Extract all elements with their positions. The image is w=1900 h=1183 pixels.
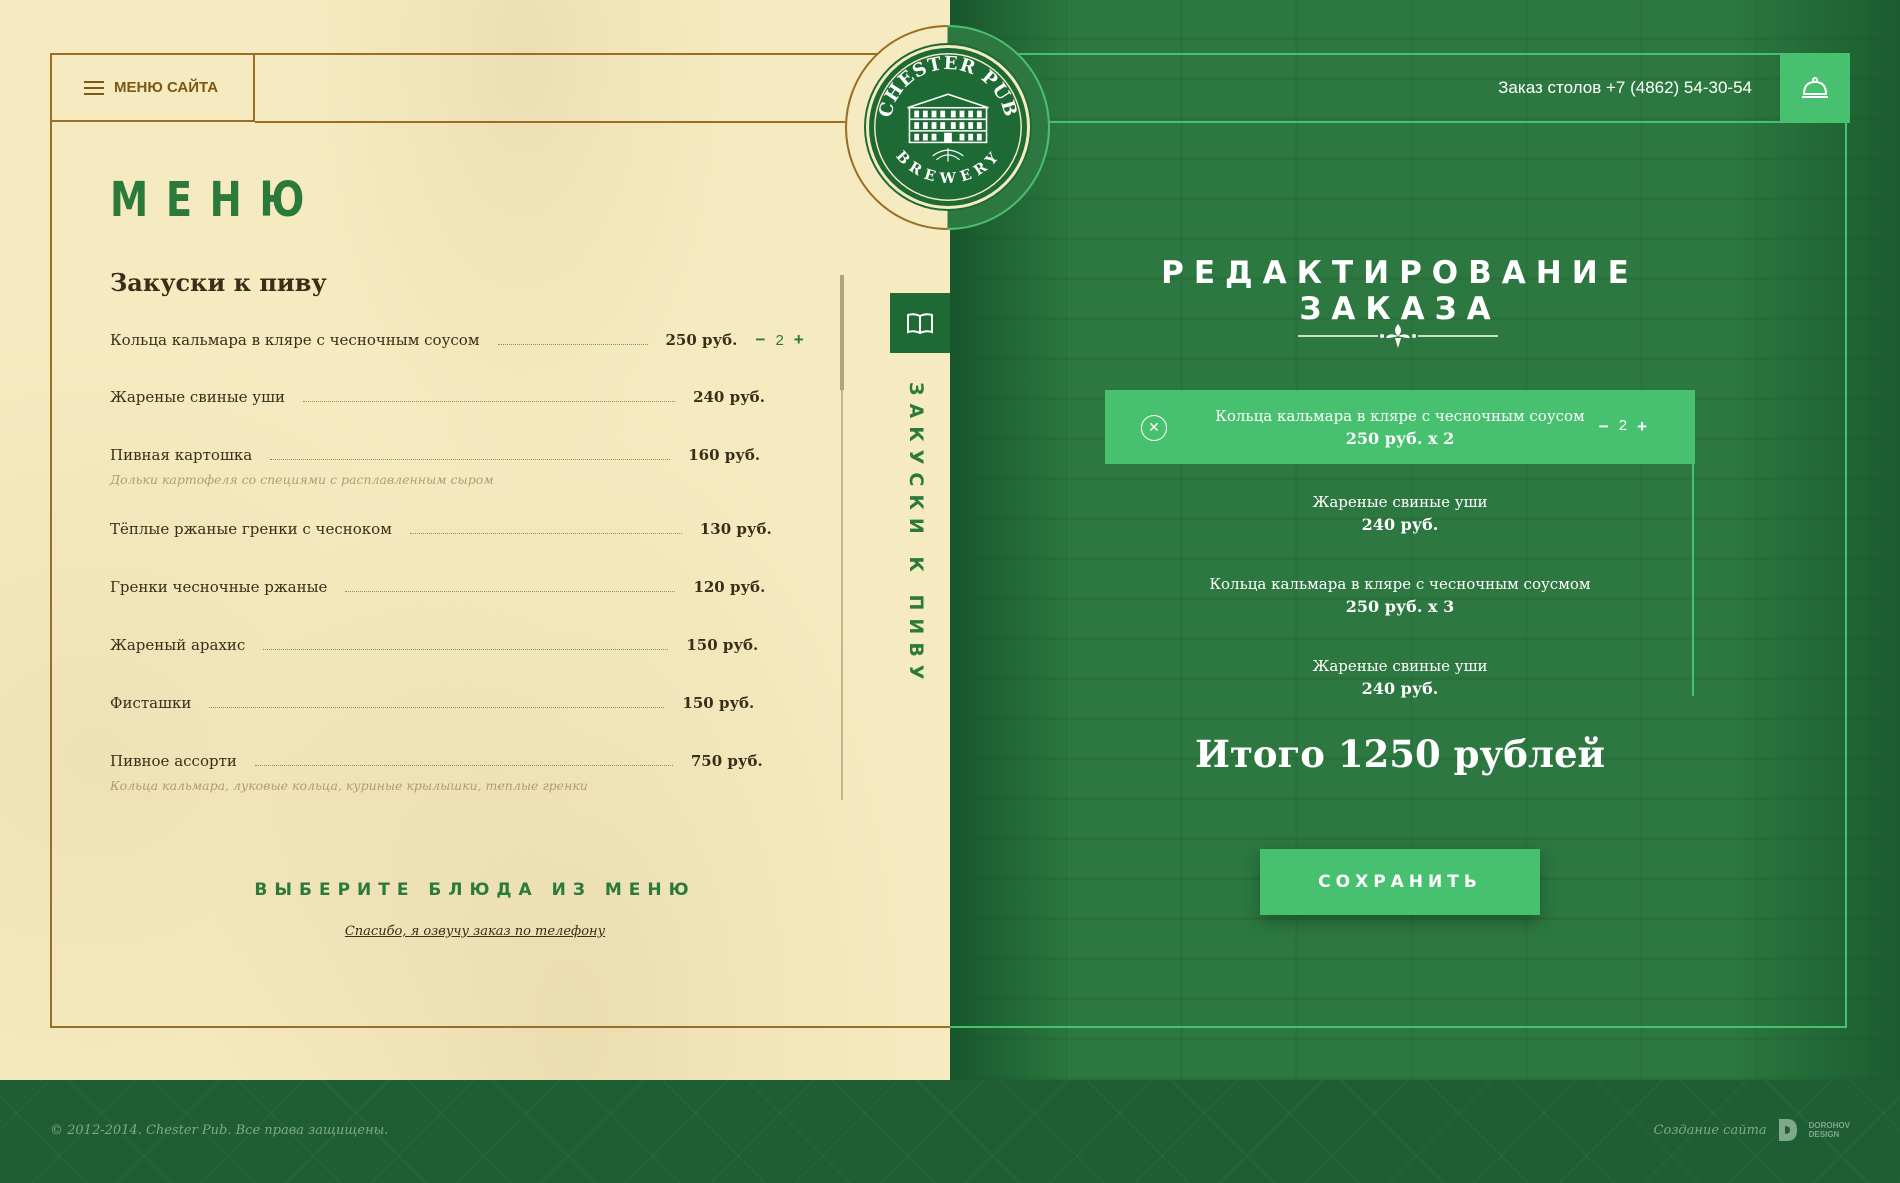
header-divider-left xyxy=(255,121,845,123)
menu-item-name: Жареные свиные уши xyxy=(110,388,286,406)
menu-item[interactable]: Тёплые ржаные гренки с чесноком 130 руб. xyxy=(110,520,830,578)
order-cart-button[interactable] xyxy=(1780,53,1850,123)
header-divider-right xyxy=(1048,121,1780,123)
svg-text:CHESTER PUB: CHESTER PUB xyxy=(875,53,1021,120)
menu-item-price: 130 руб. xyxy=(699,520,772,538)
fleur-de-lis-ornament xyxy=(1298,324,1498,348)
menu-item-name: Гренки чесночные ржаные xyxy=(110,578,328,596)
quantity-value: 2 xyxy=(775,331,784,349)
order-item-name: Жареные свиные уши xyxy=(1312,492,1488,511)
open-book-icon xyxy=(907,313,933,334)
dev-logo-line1: DOROHOV xyxy=(1808,1121,1850,1130)
dev-logo-line2: DESIGN xyxy=(1808,1130,1840,1139)
order-item-name: Кольца кальмара в кляре с чесночным соус… xyxy=(1209,574,1591,593)
decrease-icon[interactable]: − xyxy=(1599,417,1609,437)
menu-item-name: Жареный арахис xyxy=(110,636,246,654)
menu-item-description: Кольца кальмара, луковые кольца, куриные… xyxy=(110,778,588,793)
order-item[interactable]: ✕ −2 + Кольца кальмара в кляре с чесночным … xyxy=(1105,390,1695,464)
order-item-price: 240 руб. xyxy=(1361,678,1439,698)
menu-item-name: Пивное ассорти xyxy=(110,752,237,770)
increase-icon[interactable]: + xyxy=(794,330,804,350)
order-item-name: Жареные свиные уши xyxy=(1312,656,1488,675)
menu-item[interactable]: Жареный арахис 150 руб. xyxy=(110,636,830,694)
copyright: © 2012-2014. Chester Pub. Все права защи… xyxy=(50,1123,389,1138)
developer-credit-link[interactable]: Создание сайта DOROHOV DESIGN xyxy=(1654,1117,1850,1143)
leader-dots xyxy=(254,754,673,766)
leader-dots xyxy=(270,448,671,460)
credit-text: Создание сайта xyxy=(1653,1122,1767,1138)
menu-item-name: Тёплые ржаные гренки с чесноком xyxy=(110,520,392,538)
menu-item-price: 750 руб. xyxy=(690,752,763,770)
section-title: Закуски к пиву xyxy=(110,268,327,297)
order-quantity-stepper[interactable]: −2 + xyxy=(1599,417,1647,437)
menu-item[interactable]: Пивное ассорти 750 руб. Кольца кальмара, л… xyxy=(110,752,830,826)
menu-item[interactable]: Фисташки 150 руб. xyxy=(110,694,830,752)
menu-item-name: Фисташки xyxy=(110,694,192,712)
order-item-price: 240 руб. xyxy=(1361,514,1439,534)
menu-scrollbar-thumb[interactable] xyxy=(840,275,844,390)
menu-item-description: Дольки картофеля со специями с расплавле… xyxy=(110,472,494,487)
site-menu-button[interactable]: МЕНЮ САЙТА xyxy=(52,55,255,122)
leader-dots xyxy=(209,696,665,708)
order-item-price: 250 руб. x 2 xyxy=(1345,428,1455,448)
hamburger-icon xyxy=(84,80,104,95)
menu-item-price: 120 руб. xyxy=(693,578,766,596)
logo-top-text: CHESTER PUB xyxy=(875,53,1020,120)
site-menu-label: МЕНЮ САЙТА xyxy=(114,79,219,96)
menu-item-name: Кольца кальмара в кляре с чесночным соус… xyxy=(110,331,480,349)
menu-item-price: 240 руб. xyxy=(693,388,765,406)
order-list: ✕ −2 + Кольца кальмара в кляре с чесночным … xyxy=(1105,390,1695,718)
leader-dots xyxy=(409,522,682,534)
menu-item[interactable]: Кольца кальмара в кляре с чесночным соус… xyxy=(110,330,830,388)
chester-pub-logo[interactable]: CHESTER PUB BREWERY xyxy=(866,45,1030,209)
save-order-button[interactable]: СОХРАНИТЬ xyxy=(1260,849,1540,915)
leader-dots xyxy=(303,390,676,402)
choose-dishes-heading: ВЫБЕРИТЕ БЛЮДА ИЗ МЕНЮ xyxy=(254,880,696,900)
order-item-price: 250 руб. x 3 xyxy=(1345,596,1455,616)
order-item-name: Кольца кальмара в кляре с чесночным соус… xyxy=(1215,406,1585,425)
order-by-phone-link[interactable]: Спасибо, я озвучу заказ по телефону xyxy=(140,924,810,939)
order-scrollbar[interactable] xyxy=(1692,390,1694,696)
reservation-phone[interactable]: Заказ столов +7 (4862) 54-30-54 xyxy=(1460,78,1752,98)
menu-item-name: Пивная картошка xyxy=(110,446,253,464)
dorohov-design-logo-icon xyxy=(1778,1119,1797,1141)
order-item[interactable]: Жареные свиные уши 240 руб. xyxy=(1105,472,1695,554)
category-tab-button[interactable] xyxy=(890,293,950,353)
remove-item-icon[interactable]: ✕ xyxy=(1141,415,1167,441)
leader-dots xyxy=(263,638,669,650)
menu-item[interactable]: Пивная картошка 160 руб. Дольки картофеля … xyxy=(110,446,830,520)
menu-title: МЕНЮ xyxy=(110,172,323,228)
order-quantity-value: 2 xyxy=(1618,417,1628,434)
leader-dots xyxy=(345,580,676,592)
menu-list: Кольца кальмара в кляре с чесночным соус… xyxy=(110,330,830,826)
order-item[interactable]: Кольца кальмара в кляре с чесночным соус… xyxy=(1105,554,1695,636)
quantity-stepper[interactable]: −2 + xyxy=(756,330,804,350)
menu-item-price: 160 руб. xyxy=(688,446,761,464)
menu-item-price: 150 руб. xyxy=(686,636,759,654)
leader-dots xyxy=(497,333,648,345)
developer-logo-text: DOROHOV DESIGN xyxy=(1809,1121,1850,1139)
order-edit-title: РЕДАКТИРОВАНИЕ ЗАКАЗА xyxy=(1161,255,1639,327)
service-bell-icon xyxy=(1802,77,1828,98)
menu-item-price: 150 руб. xyxy=(682,694,755,712)
menu-item[interactable]: Жареные свиные уши 240 руб. xyxy=(110,388,830,446)
menu-item[interactable]: Гренки чесночные ржаные 120 руб. xyxy=(110,578,830,636)
order-total: Итого 1250 рублей xyxy=(1195,732,1605,776)
decrease-icon[interactable]: − xyxy=(756,330,766,350)
category-tab-label[interactable]: ЗАКУСКИ К ПИВУ xyxy=(905,382,927,687)
increase-icon[interactable]: + xyxy=(1637,417,1647,437)
order-item[interactable]: Жареные свиные уши 240 руб. xyxy=(1105,636,1695,718)
menu-item-price: 250 руб. xyxy=(665,331,738,349)
